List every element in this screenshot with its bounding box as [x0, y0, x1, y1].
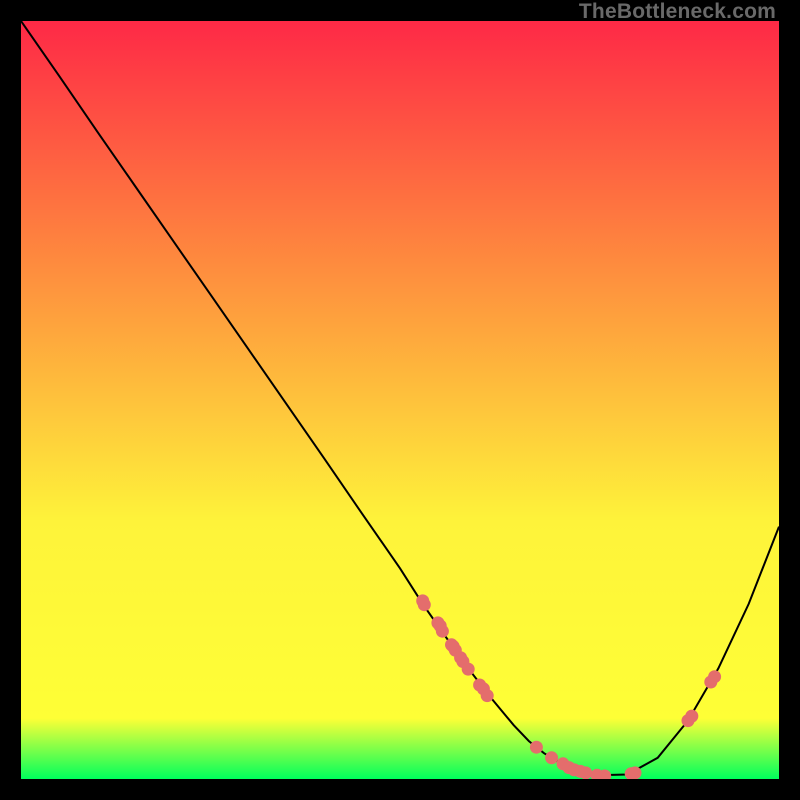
data-point [530, 741, 543, 754]
watermark-text: TheBottleneck.com [579, 0, 776, 24]
chart-frame [21, 21, 779, 779]
data-point [708, 670, 721, 683]
data-point [436, 625, 449, 638]
data-point [418, 598, 431, 611]
chart-background [21, 21, 779, 779]
chart-svg [21, 21, 779, 779]
data-point [685, 710, 698, 723]
data-point [629, 766, 642, 779]
data-point [462, 663, 475, 676]
data-point [545, 751, 558, 764]
data-point [481, 689, 494, 702]
data-point [579, 766, 592, 779]
